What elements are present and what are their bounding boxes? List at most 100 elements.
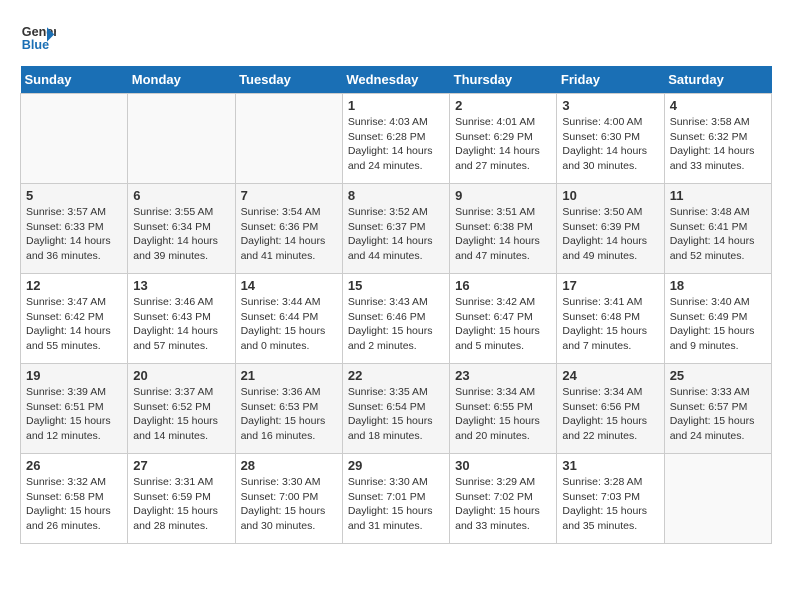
col-friday: Friday bbox=[557, 66, 664, 94]
calendar-cell: 16Sunrise: 3:42 AM Sunset: 6:47 PM Dayli… bbox=[450, 274, 557, 364]
day-info: Sunrise: 3:39 AM Sunset: 6:51 PM Dayligh… bbox=[26, 385, 122, 444]
day-info: Sunrise: 4:03 AM Sunset: 6:28 PM Dayligh… bbox=[348, 115, 444, 174]
day-number: 19 bbox=[26, 368, 122, 383]
calendar-table: Sunday Monday Tuesday Wednesday Thursday… bbox=[20, 66, 772, 544]
calendar-cell: 20Sunrise: 3:37 AM Sunset: 6:52 PM Dayli… bbox=[128, 364, 235, 454]
calendar-cell: 17 Sunrise: 3:41 AM Sunset: 6:48 PM Dayli… bbox=[557, 274, 664, 364]
header-row: Sunday Monday Tuesday Wednesday Thursday… bbox=[21, 66, 772, 94]
day-info: Sunrise: 3:30 AM Sunset: 7:00 PM Dayligh… bbox=[241, 475, 337, 534]
day-number: 7 bbox=[241, 188, 337, 203]
day-number: 9 bbox=[455, 188, 551, 203]
calendar-cell: 2Sunrise: 4:01 AM Sunset: 6:29 PM Daylig… bbox=[450, 94, 557, 184]
day-info: Sunrise: 3:47 AM Sunset: 6:42 PM Dayligh… bbox=[26, 295, 122, 354]
calendar-cell: 1 Sunrise: 4:03 AM Sunset: 6:28 PM Daylig… bbox=[342, 94, 449, 184]
day-number: 30 bbox=[455, 458, 551, 473]
day-number: 20 bbox=[133, 368, 229, 383]
col-wednesday: Wednesday bbox=[342, 66, 449, 94]
day-info: Sunrise: 3:50 AM Sunset: 6:39 PM Dayligh… bbox=[562, 205, 658, 264]
day-number: 22 bbox=[348, 368, 444, 383]
calendar-cell: 19 Sunrise: 3:39 AM Sunset: 6:51 PM Dayli… bbox=[21, 364, 128, 454]
day-info: Sunrise: 3:58 AM Sunset: 6:32 PM Dayligh… bbox=[670, 115, 766, 174]
day-number: 24 bbox=[562, 368, 658, 383]
day-info: Sunrise: 3:52 AM Sunset: 6:37 PM Dayligh… bbox=[348, 205, 444, 264]
calendar-cell: 29 Sunrise: 3:30 AM Sunset: 7:01 PM Dayli… bbox=[342, 454, 449, 544]
day-number: 15 bbox=[348, 278, 444, 293]
week-row-2: 5 Sunrise: 3:57 AM Sunset: 6:33 PM Daylig… bbox=[21, 184, 772, 274]
day-number: 8 bbox=[348, 188, 444, 203]
logo: General Blue bbox=[20, 20, 56, 56]
calendar-cell: 26 Sunrise: 3:32 AM Sunset: 6:58 PM Dayli… bbox=[21, 454, 128, 544]
day-info: Sunrise: 3:43 AM Sunset: 6:46 PM Dayligh… bbox=[348, 295, 444, 354]
day-number: 29 bbox=[348, 458, 444, 473]
day-number: 23 bbox=[455, 368, 551, 383]
col-saturday: Saturday bbox=[664, 66, 771, 94]
calendar-cell bbox=[128, 94, 235, 184]
day-info: Sunrise: 3:57 AM Sunset: 6:33 PM Dayligh… bbox=[26, 205, 122, 264]
day-number: 25 bbox=[670, 368, 766, 383]
calendar-cell: 5 Sunrise: 3:57 AM Sunset: 6:33 PM Daylig… bbox=[21, 184, 128, 274]
calendar-cell: 3 Sunrise: 4:00 AM Sunset: 6:30 PM Daylig… bbox=[557, 94, 664, 184]
calendar-cell: 7 Sunrise: 3:54 AM Sunset: 6:36 PM Daylig… bbox=[235, 184, 342, 274]
calendar-cell: 11Sunrise: 3:48 AM Sunset: 6:41 PM Dayli… bbox=[664, 184, 771, 274]
calendar-cell bbox=[21, 94, 128, 184]
day-number: 13 bbox=[133, 278, 229, 293]
calendar-cell: 13 Sunrise: 3:46 AM Sunset: 6:43 PM Dayli… bbox=[128, 274, 235, 364]
day-number: 10 bbox=[562, 188, 658, 203]
calendar-cell: 28Sunrise: 3:30 AM Sunset: 7:00 PM Dayli… bbox=[235, 454, 342, 544]
day-number: 5 bbox=[26, 188, 122, 203]
day-info: Sunrise: 3:31 AM Sunset: 6:59 PM Dayligh… bbox=[133, 475, 229, 534]
col-sunday: Sunday bbox=[21, 66, 128, 94]
day-info: Sunrise: 3:51 AM Sunset: 6:38 PM Dayligh… bbox=[455, 205, 551, 264]
day-info: Sunrise: 4:00 AM Sunset: 6:30 PM Dayligh… bbox=[562, 115, 658, 174]
day-info: Sunrise: 3:42 AM Sunset: 6:47 PM Dayligh… bbox=[455, 295, 551, 354]
day-number: 17 bbox=[562, 278, 658, 293]
calendar-cell: 24 Sunrise: 3:34 AM Sunset: 6:56 PM Dayli… bbox=[557, 364, 664, 454]
day-info: Sunrise: 3:55 AM Sunset: 6:34 PM Dayligh… bbox=[133, 205, 229, 264]
calendar-cell bbox=[664, 454, 771, 544]
calendar-cell: 4 Sunrise: 3:58 AM Sunset: 6:32 PM Daylig… bbox=[664, 94, 771, 184]
day-info: Sunrise: 3:32 AM Sunset: 6:58 PM Dayligh… bbox=[26, 475, 122, 534]
day-info: Sunrise: 3:44 AM Sunset: 6:44 PM Dayligh… bbox=[241, 295, 337, 354]
calendar-cell: 30 Sunrise: 3:29 AM Sunset: 7:02 PM Dayli… bbox=[450, 454, 557, 544]
calendar-cell: 8 Sunrise: 3:52 AM Sunset: 6:37 PM Daylig… bbox=[342, 184, 449, 274]
day-number: 6 bbox=[133, 188, 229, 203]
day-number: 1 bbox=[348, 98, 444, 113]
day-info: Sunrise: 3:34 AM Sunset: 6:55 PM Dayligh… bbox=[455, 385, 551, 444]
day-info: Sunrise: 3:28 AM Sunset: 7:03 PM Dayligh… bbox=[562, 475, 658, 534]
day-number: 4 bbox=[670, 98, 766, 113]
calendar-body: 1 Sunrise: 4:03 AM Sunset: 6:28 PM Daylig… bbox=[21, 94, 772, 544]
calendar-cell: 14 Sunrise: 3:44 AM Sunset: 6:44 PM Dayli… bbox=[235, 274, 342, 364]
day-number: 26 bbox=[26, 458, 122, 473]
calendar-cell: 21Sunrise: 3:36 AM Sunset: 6:53 PM Dayli… bbox=[235, 364, 342, 454]
calendar-cell: 12Sunrise: 3:47 AM Sunset: 6:42 PM Dayli… bbox=[21, 274, 128, 364]
col-tuesday: Tuesday bbox=[235, 66, 342, 94]
logo-icon: General Blue bbox=[20, 20, 56, 56]
day-number: 31 bbox=[562, 458, 658, 473]
col-thursday: Thursday bbox=[450, 66, 557, 94]
day-number: 21 bbox=[241, 368, 337, 383]
day-info: Sunrise: 4:01 AM Sunset: 6:29 PM Dayligh… bbox=[455, 115, 551, 174]
day-info: Sunrise: 3:29 AM Sunset: 7:02 PM Dayligh… bbox=[455, 475, 551, 534]
day-info: Sunrise: 3:54 AM Sunset: 6:36 PM Dayligh… bbox=[241, 205, 337, 264]
col-monday: Monday bbox=[128, 66, 235, 94]
day-number: 14 bbox=[241, 278, 337, 293]
week-row-1: 1 Sunrise: 4:03 AM Sunset: 6:28 PM Daylig… bbox=[21, 94, 772, 184]
calendar-cell: 31 Sunrise: 3:28 AM Sunset: 7:03 PM Dayli… bbox=[557, 454, 664, 544]
day-number: 3 bbox=[562, 98, 658, 113]
calendar-cell: 18 Sunrise: 3:40 AM Sunset: 6:49 PM Dayli… bbox=[664, 274, 771, 364]
day-info: Sunrise: 3:41 AM Sunset: 6:48 PM Dayligh… bbox=[562, 295, 658, 354]
day-info: Sunrise: 3:48 AM Sunset: 6:41 PM Dayligh… bbox=[670, 205, 766, 264]
calendar-cell: 22Sunrise: 3:35 AM Sunset: 6:54 PM Dayli… bbox=[342, 364, 449, 454]
day-info: Sunrise: 3:40 AM Sunset: 6:49 PM Dayligh… bbox=[670, 295, 766, 354]
calendar-cell: 9 Sunrise: 3:51 AM Sunset: 6:38 PM Daylig… bbox=[450, 184, 557, 274]
calendar-cell: 15 Sunrise: 3:43 AM Sunset: 6:46 PM Dayli… bbox=[342, 274, 449, 364]
header: General Blue bbox=[20, 20, 772, 56]
day-info: Sunrise: 3:46 AM Sunset: 6:43 PM Dayligh… bbox=[133, 295, 229, 354]
day-info: Sunrise: 3:33 AM Sunset: 6:57 PM Dayligh… bbox=[670, 385, 766, 444]
calendar-cell: 10 Sunrise: 3:50 AM Sunset: 6:39 PM Dayli… bbox=[557, 184, 664, 274]
calendar-cell: 25 Sunrise: 3:33 AM Sunset: 6:57 PM Dayli… bbox=[664, 364, 771, 454]
day-info: Sunrise: 3:34 AM Sunset: 6:56 PM Dayligh… bbox=[562, 385, 658, 444]
day-info: Sunrise: 3:30 AM Sunset: 7:01 PM Dayligh… bbox=[348, 475, 444, 534]
week-row-5: 26 Sunrise: 3:32 AM Sunset: 6:58 PM Dayli… bbox=[21, 454, 772, 544]
day-number: 18 bbox=[670, 278, 766, 293]
